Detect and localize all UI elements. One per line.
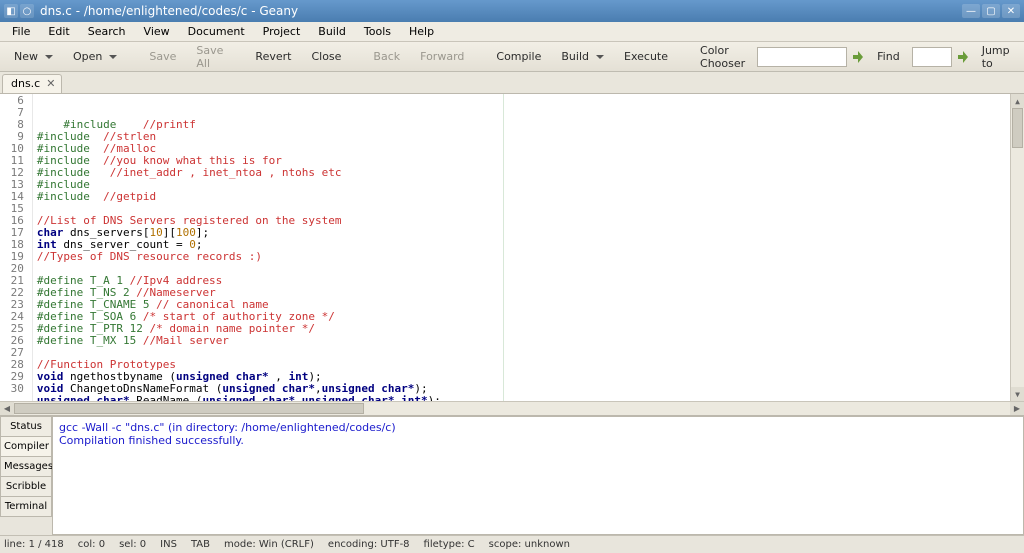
- vertical-scrollbar[interactable]: ▲ ▼: [1010, 94, 1024, 401]
- app-menu-icon[interactable]: ◧: [4, 4, 18, 18]
- menu-document[interactable]: Document: [180, 23, 253, 40]
- menu-build[interactable]: Build: [310, 23, 354, 40]
- menu-file[interactable]: File: [4, 23, 38, 40]
- compiler-line: Compilation finished successfully.: [59, 434, 1017, 447]
- save-button[interactable]: Save: [141, 47, 184, 66]
- status-enc: encoding: UTF-8: [328, 539, 410, 550]
- status-filetype: filetype: C: [424, 539, 475, 550]
- scroll-thumb[interactable]: [1012, 108, 1023, 148]
- status-sel: sel: 0: [119, 539, 146, 550]
- close-button[interactable]: Close: [303, 47, 349, 66]
- bottom-panel: StatusCompilerMessagesScribbleTerminal g…: [0, 415, 1024, 535]
- scroll-left-icon[interactable]: ◀: [0, 402, 14, 415]
- menu-search[interactable]: Search: [80, 23, 134, 40]
- close-window-button[interactable]: ✕: [1002, 4, 1020, 18]
- status-col: col: 0: [78, 539, 105, 550]
- save-all-button[interactable]: Save All: [188, 41, 231, 73]
- menu-tools[interactable]: Tools: [356, 23, 399, 40]
- new-button[interactable]: New: [6, 47, 61, 66]
- maximize-button[interactable]: ▢: [982, 4, 1000, 18]
- close-icon[interactable]: ✕: [46, 77, 55, 90]
- menu-edit[interactable]: Edit: [40, 23, 77, 40]
- forward-button[interactable]: Forward: [412, 47, 472, 66]
- compile-button[interactable]: Compile: [488, 47, 549, 66]
- editor-tabstrip: dns.c ✕: [0, 72, 1024, 94]
- find-input[interactable]: [757, 47, 847, 67]
- editor-tab[interactable]: dns.c ✕: [2, 74, 62, 93]
- open-button[interactable]: Open: [65, 47, 125, 66]
- status-scope: scope: unknown: [489, 539, 570, 550]
- find-button[interactable]: Find: [869, 47, 908, 66]
- statusbar: line: 1 / 418 col: 0 sel: 0 INS TAB mode…: [0, 535, 1024, 553]
- compiler-line: gcc -Wall -c "dns.c" (in directory: /hom…: [59, 421, 1017, 434]
- long-line-marker: [503, 94, 504, 401]
- bottom-tab-scribble[interactable]: Scribble: [0, 476, 52, 497]
- menu-help[interactable]: Help: [401, 23, 442, 40]
- line-gutter: 6 7 8 9 10 11 12 13 14 15 16 17 18 19 20…: [0, 94, 33, 401]
- bottom-tab-compiler[interactable]: Compiler: [0, 436, 52, 457]
- app-pin-icon[interactable]: ○: [20, 4, 34, 18]
- bottom-tab-terminal[interactable]: Terminal: [0, 496, 52, 517]
- tab-label: dns.c: [11, 77, 40, 90]
- menu-project[interactable]: Project: [255, 23, 309, 40]
- status-mode: mode: Win (CRLF): [224, 539, 314, 550]
- status-ins: INS: [160, 539, 177, 550]
- jump-input[interactable]: [912, 47, 952, 67]
- back-button[interactable]: Back: [365, 47, 408, 66]
- color-chooser-button[interactable]: Color Chooser: [692, 41, 753, 73]
- scroll-thumb[interactable]: [14, 403, 364, 414]
- horizontal-scrollbar[interactable]: ◀ ▶: [0, 401, 1024, 415]
- editor-area: 6 7 8 9 10 11 12 13 14 15 16 17 18 19 20…: [0, 94, 1024, 415]
- build-button[interactable]: Build: [553, 47, 612, 66]
- jump-go-icon[interactable]: [956, 50, 970, 64]
- toolbar: New Open Save Save All Revert Close Back…: [0, 42, 1024, 72]
- window-title: dns.c - /home/enlightened/codes/c - Gean…: [40, 4, 962, 18]
- menu-view[interactable]: View: [136, 23, 178, 40]
- minimize-button[interactable]: —: [962, 4, 980, 18]
- execute-button[interactable]: Execute: [616, 47, 676, 66]
- bottom-tabs: StatusCompilerMessagesScribbleTerminal: [0, 416, 52, 535]
- jumpto-button[interactable]: Jump to: [974, 41, 1018, 73]
- compiler-output[interactable]: gcc -Wall -c "dns.c" (in directory: /hom…: [52, 416, 1024, 535]
- find-go-icon[interactable]: [851, 50, 865, 64]
- wm-left-icons: ◧ ○: [4, 4, 34, 18]
- bottom-tab-messages[interactable]: Messages: [0, 456, 52, 477]
- status-tab: TAB: [191, 539, 210, 550]
- scroll-down-icon[interactable]: ▼: [1011, 387, 1024, 401]
- status-line: line: 1 / 418: [4, 539, 64, 550]
- revert-button[interactable]: Revert: [247, 47, 299, 66]
- code-view[interactable]: #include //printf #include //strlen #inc…: [33, 94, 1010, 401]
- scroll-up-icon[interactable]: ▲: [1011, 94, 1024, 108]
- scroll-right-icon[interactable]: ▶: [1010, 402, 1024, 415]
- window-titlebar: ◧ ○ dns.c - /home/enlightened/codes/c - …: [0, 0, 1024, 22]
- bottom-tab-status[interactable]: Status: [0, 416, 52, 437]
- menubar: FileEditSearchViewDocumentProjectBuildTo…: [0, 22, 1024, 42]
